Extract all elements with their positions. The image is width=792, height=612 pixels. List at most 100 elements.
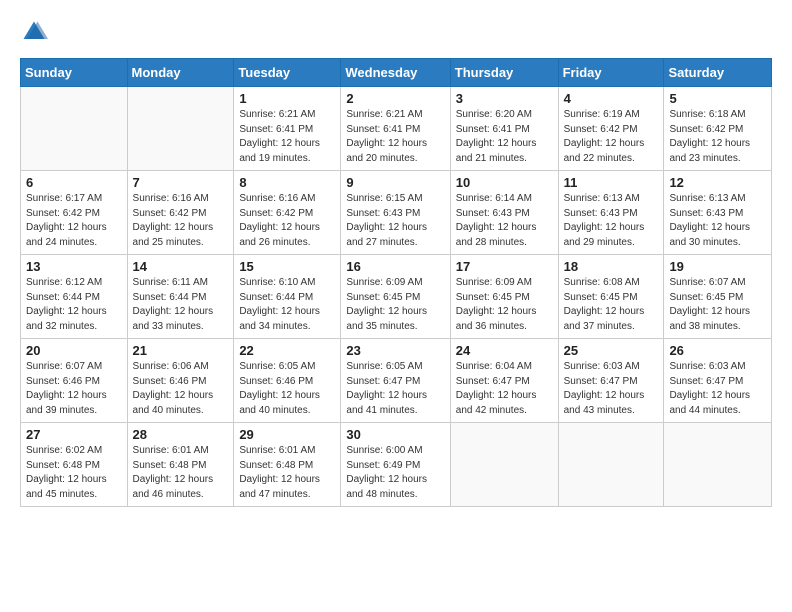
day-detail: Sunrise: 6:13 AM Sunset: 6:43 PM Dayligh… (669, 192, 766, 250)
day-cell (450, 423, 558, 507)
day-cell: 7Sunrise: 6:16 AM Sunset: 6:42 PM Daylig… (127, 171, 234, 255)
day-number: 10 (456, 175, 553, 190)
week-row-1: 1 Sunrise: 6:21 AM Sunset: 6:41 PM Daylig… (21, 87, 772, 171)
day-number: 18 (564, 259, 659, 274)
day-number: 5 (669, 91, 766, 106)
day-cell: 10 Sunrise: 6:14 AM Sunset: 6:43 PM Dayli… (450, 171, 558, 255)
day-number: 24 (456, 343, 553, 358)
logo (20, 18, 52, 46)
day-cell: 18 Sunrise: 6:08 AM Sunset: 6:45 PM Dayli… (558, 255, 664, 339)
day-number: 25 (564, 343, 659, 358)
day-number: 17 (456, 259, 553, 274)
day-number: 29 (239, 427, 335, 442)
day-detail: Sunrise: 6:16 AM Sunset: 6:42 PM Dayligh… (239, 192, 335, 250)
day-cell (21, 87, 128, 171)
day-detail: Sunrise: 6:05 AM Sunset: 6:46 PM Dayligh… (239, 360, 335, 418)
day-detail: Sunrise: 6:04 AM Sunset: 6:47 PM Dayligh… (456, 360, 553, 418)
day-cell: 19 Sunrise: 6:07 AM Sunset: 6:45 PM Dayli… (664, 255, 772, 339)
week-row-2: 6Sunrise: 6:17 AM Sunset: 6:42 PM Daylig… (21, 171, 772, 255)
day-cell: 21Sunrise: 6:06 AM Sunset: 6:46 PM Dayli… (127, 339, 234, 423)
day-number: 1 (239, 91, 335, 106)
day-cell: 11 Sunrise: 6:13 AM Sunset: 6:43 PM Dayli… (558, 171, 664, 255)
day-cell: 2 Sunrise: 6:21 AM Sunset: 6:41 PM Daylig… (341, 87, 450, 171)
header (20, 18, 772, 46)
weekday-thursday: Thursday (450, 59, 558, 87)
day-cell: 26 Sunrise: 6:03 AM Sunset: 6:47 PM Dayli… (664, 339, 772, 423)
day-detail: Sunrise: 6:03 AM Sunset: 6:47 PM Dayligh… (564, 360, 659, 418)
day-detail: Sunrise: 6:00 AM Sunset: 6:49 PM Dayligh… (346, 444, 444, 502)
day-cell (558, 423, 664, 507)
day-detail: Sunrise: 6:03 AM Sunset: 6:47 PM Dayligh… (669, 360, 766, 418)
day-detail: Sunrise: 6:01 AM Sunset: 6:48 PM Dayligh… (239, 444, 335, 502)
day-detail: Sunrise: 6:19 AM Sunset: 6:42 PM Dayligh… (564, 108, 659, 166)
day-cell (127, 87, 234, 171)
day-number: 3 (456, 91, 553, 106)
day-cell: 12 Sunrise: 6:13 AM Sunset: 6:43 PM Dayli… (664, 171, 772, 255)
week-row-4: 20 Sunrise: 6:07 AM Sunset: 6:46 PM Dayli… (21, 339, 772, 423)
day-number: 14 (133, 259, 229, 274)
day-detail: Sunrise: 6:21 AM Sunset: 6:41 PM Dayligh… (239, 108, 335, 166)
day-cell: 28 Sunrise: 6:01 AM Sunset: 6:48 PM Dayli… (127, 423, 234, 507)
week-row-5: 27 Sunrise: 6:02 AM Sunset: 6:48 PM Dayli… (21, 423, 772, 507)
day-detail: Sunrise: 6:18 AM Sunset: 6:42 PM Dayligh… (669, 108, 766, 166)
day-number: 28 (133, 427, 229, 442)
day-cell: 1 Sunrise: 6:21 AM Sunset: 6:41 PM Daylig… (234, 87, 341, 171)
calendar: SundayMondayTuesdayWednesdayThursdayFrid… (20, 58, 772, 507)
day-cell: 4 Sunrise: 6:19 AM Sunset: 6:42 PM Daylig… (558, 87, 664, 171)
week-row-3: 13Sunrise: 6:12 AM Sunset: 6:44 PM Dayli… (21, 255, 772, 339)
day-number: 27 (26, 427, 122, 442)
day-number: 23 (346, 343, 444, 358)
day-cell: 25 Sunrise: 6:03 AM Sunset: 6:47 PM Dayli… (558, 339, 664, 423)
day-number: 12 (669, 175, 766, 190)
day-detail: Sunrise: 6:07 AM Sunset: 6:45 PM Dayligh… (669, 276, 766, 334)
day-cell: 8 Sunrise: 6:16 AM Sunset: 6:42 PM Daylig… (234, 171, 341, 255)
day-detail: Sunrise: 6:01 AM Sunset: 6:48 PM Dayligh… (133, 444, 229, 502)
day-number: 19 (669, 259, 766, 274)
day-detail: Sunrise: 6:08 AM Sunset: 6:45 PM Dayligh… (564, 276, 659, 334)
day-detail: Sunrise: 6:13 AM Sunset: 6:43 PM Dayligh… (564, 192, 659, 250)
day-detail: Sunrise: 6:09 AM Sunset: 6:45 PM Dayligh… (456, 276, 553, 334)
day-cell: 17 Sunrise: 6:09 AM Sunset: 6:45 PM Dayli… (450, 255, 558, 339)
day-number: 4 (564, 91, 659, 106)
day-cell: 23 Sunrise: 6:05 AM Sunset: 6:47 PM Dayli… (341, 339, 450, 423)
day-detail: Sunrise: 6:16 AM Sunset: 6:42 PM Dayligh… (133, 192, 229, 250)
day-detail: Sunrise: 6:20 AM Sunset: 6:41 PM Dayligh… (456, 108, 553, 166)
weekday-saturday: Saturday (664, 59, 772, 87)
day-number: 15 (239, 259, 335, 274)
day-cell: 27 Sunrise: 6:02 AM Sunset: 6:48 PM Dayli… (21, 423, 128, 507)
day-cell: 6Sunrise: 6:17 AM Sunset: 6:42 PM Daylig… (21, 171, 128, 255)
day-cell: 15 Sunrise: 6:10 AM Sunset: 6:44 PM Dayli… (234, 255, 341, 339)
weekday-wednesday: Wednesday (341, 59, 450, 87)
day-cell: 30 Sunrise: 6:00 AM Sunset: 6:49 PM Dayli… (341, 423, 450, 507)
day-cell: 13Sunrise: 6:12 AM Sunset: 6:44 PM Dayli… (21, 255, 128, 339)
day-detail: Sunrise: 6:07 AM Sunset: 6:46 PM Dayligh… (26, 360, 122, 418)
day-detail: Sunrise: 6:02 AM Sunset: 6:48 PM Dayligh… (26, 444, 122, 502)
day-cell: 3 Sunrise: 6:20 AM Sunset: 6:41 PM Daylig… (450, 87, 558, 171)
day-detail: Sunrise: 6:14 AM Sunset: 6:43 PM Dayligh… (456, 192, 553, 250)
day-cell: 22 Sunrise: 6:05 AM Sunset: 6:46 PM Dayli… (234, 339, 341, 423)
day-number: 30 (346, 427, 444, 442)
day-detail: Sunrise: 6:17 AM Sunset: 6:42 PM Dayligh… (26, 192, 122, 250)
day-number: 20 (26, 343, 122, 358)
day-number: 9 (346, 175, 444, 190)
day-cell: 20 Sunrise: 6:07 AM Sunset: 6:46 PM Dayli… (21, 339, 128, 423)
day-number: 26 (669, 343, 766, 358)
day-detail: Sunrise: 6:12 AM Sunset: 6:44 PM Dayligh… (26, 276, 122, 334)
day-number: 16 (346, 259, 444, 274)
day-cell: 24 Sunrise: 6:04 AM Sunset: 6:47 PM Dayli… (450, 339, 558, 423)
weekday-header-row: SundayMondayTuesdayWednesdayThursdayFrid… (21, 59, 772, 87)
day-number: 8 (239, 175, 335, 190)
day-cell: 14Sunrise: 6:11 AM Sunset: 6:44 PM Dayli… (127, 255, 234, 339)
day-detail: Sunrise: 6:05 AM Sunset: 6:47 PM Dayligh… (346, 360, 444, 418)
logo-icon (20, 18, 48, 46)
day-detail: Sunrise: 6:10 AM Sunset: 6:44 PM Dayligh… (239, 276, 335, 334)
day-number: 22 (239, 343, 335, 358)
day-cell: 5 Sunrise: 6:18 AM Sunset: 6:42 PM Daylig… (664, 87, 772, 171)
day-detail: Sunrise: 6:09 AM Sunset: 6:45 PM Dayligh… (346, 276, 444, 334)
day-detail: Sunrise: 6:21 AM Sunset: 6:41 PM Dayligh… (346, 108, 444, 166)
day-number: 11 (564, 175, 659, 190)
day-cell: 16 Sunrise: 6:09 AM Sunset: 6:45 PM Dayli… (341, 255, 450, 339)
day-detail: Sunrise: 6:15 AM Sunset: 6:43 PM Dayligh… (346, 192, 444, 250)
day-number: 2 (346, 91, 444, 106)
day-cell (664, 423, 772, 507)
